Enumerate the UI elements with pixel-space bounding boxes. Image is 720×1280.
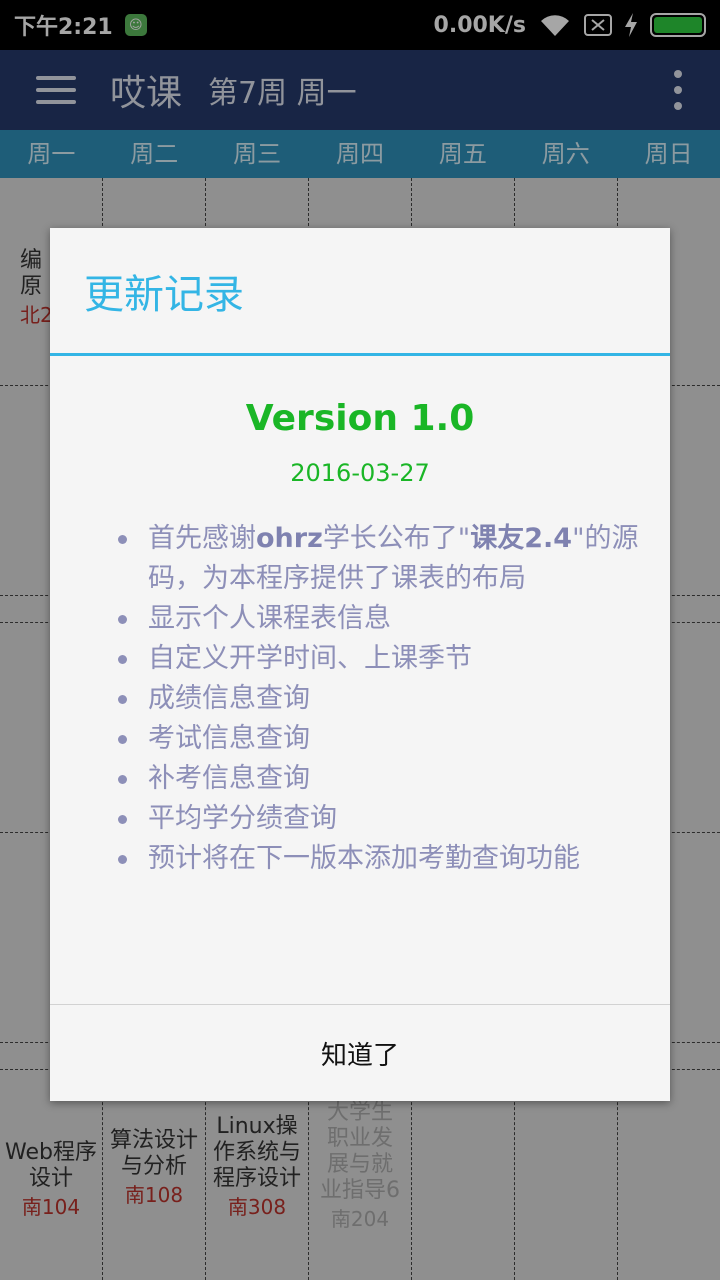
changelog-item: 补考信息查询 [118, 759, 648, 799]
changelog-item-bold-app: 课友2.4 [470, 523, 573, 554]
changelog-item: 自定义开学时间、上课季节 [118, 639, 648, 679]
changelog-item: 显示个人课程表信息 [118, 599, 648, 639]
changelog-dialog: 更新记录 Version 1.0 2016-03-27 首先感谢ohrz学长公布… [50, 228, 670, 1101]
version-title: Version 1.0 [245, 398, 475, 439]
dialog-title: 更新记录 [50, 228, 670, 356]
changelog-item-bold-name: ohrz [256, 523, 323, 554]
changelog-item: 平均学分绩查询 [118, 799, 648, 839]
changelog-list: 首先感谢ohrz学长公布了"课友2.4"的源码，为本程序提供了课表的布局 显示个… [50, 519, 670, 879]
changelog-item: 成绩信息查询 [118, 679, 648, 719]
changelog-item: 预计将在下一版本添加考勤查询功能 [118, 839, 648, 879]
got-it-button[interactable]: 知道了 [50, 1005, 670, 1101]
changelog-item: 首先感谢ohrz学长公布了"课友2.4"的源码，为本程序提供了课表的布局 [118, 519, 648, 599]
changelog-item-text: 学长公布了" [322, 523, 471, 554]
changelog-item: 考试信息查询 [118, 719, 648, 759]
changelog-item-text: 首先感谢 [148, 523, 256, 554]
version-date: 2016-03-27 [290, 459, 430, 487]
